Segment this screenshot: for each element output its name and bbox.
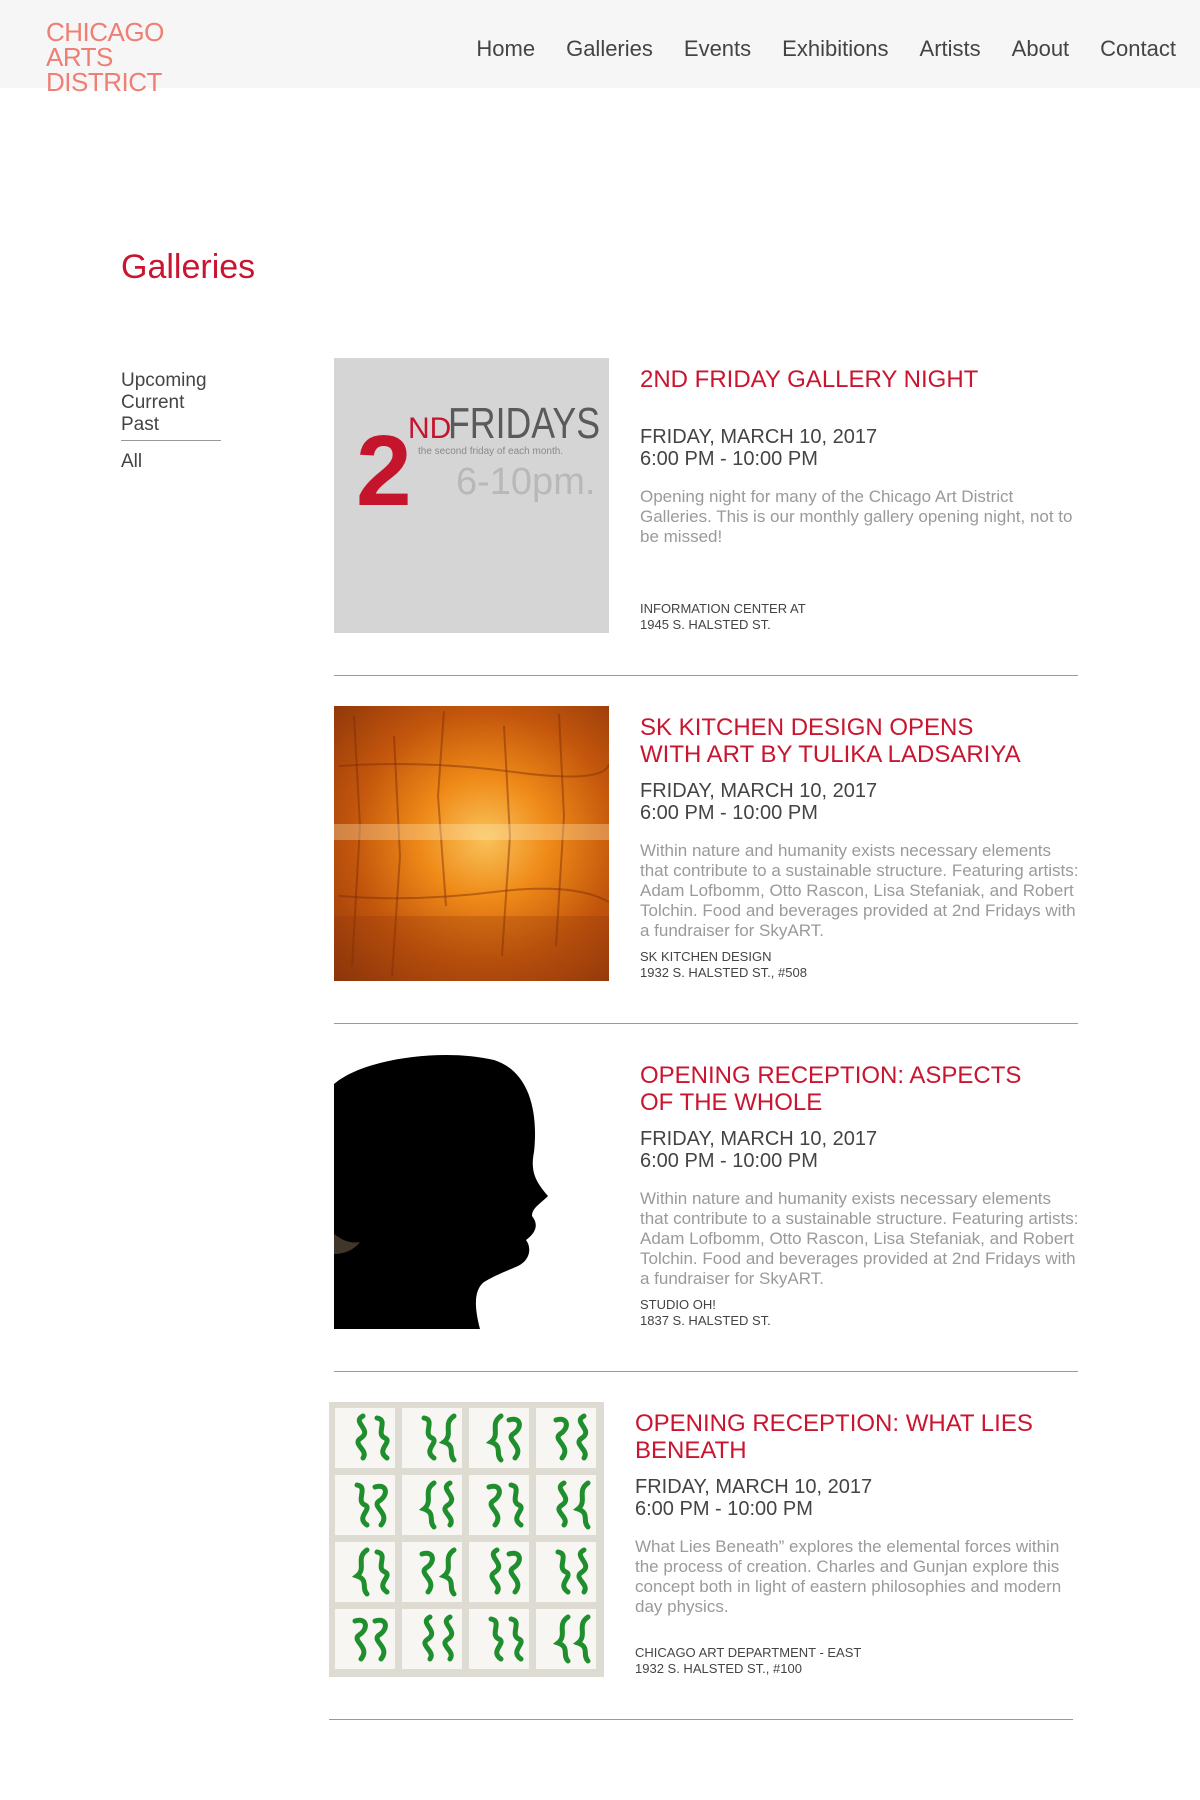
location-name: STUDIO OH! [640,1297,716,1312]
event-date: FRIDAY, MARCH 10, 2017 [640,1128,878,1150]
page-title: Galleries [121,248,256,286]
event-title[interactable]: 2ND FRIDAY GALLERY NIGHT [640,366,1080,393]
profile-silhouette [334,1054,548,1329]
event-item: OPENING RECEPTION: ASPECTS OF THE WHOLE … [334,1054,1078,1402]
event-datetime: FRIDAY, MARCH 10, 2017 6:00 PM - 10:00 P… [640,426,1080,470]
location-address: 1837 S. HALSTED ST. [640,1313,771,1328]
event-title[interactable]: SK KITCHEN DESIGN OPENS WITH ART BY TULI… [640,714,1040,768]
event-datetime: FRIDAY, MARCH 10, 2017 6:00 PM - 10:00 P… [635,1476,1075,1520]
nav-home[interactable]: Home [476,36,535,62]
event-divider [334,1371,1078,1372]
location-name: SK KITCHEN DESIGN [640,949,772,964]
nav-contact[interactable]: Contact [1100,36,1176,62]
filter-current[interactable]: Current [121,392,221,414]
event-divider [334,675,1078,676]
logo-line: DISTRICT [46,67,162,97]
event-body: OPENING RECEPTION: WHAT LIES BENEATH FRI… [635,1410,1075,1677]
site-logo[interactable]: CHICAGO ARTS DISTRICT [46,19,164,97]
poster-superscript: ND [408,412,451,445]
event-date: FRIDAY, MARCH 10, 2017 [635,1476,873,1498]
site-header: CHICAGO ARTS DISTRICT Home Galleries Eve… [0,0,1200,95]
event-time: 6:00 PM - 10:00 PM [640,448,818,470]
event-divider [334,1023,1078,1024]
green-glyph-tiles [335,1408,596,1669]
event-body: SK KITCHEN DESIGN OPENS WITH ART BY TULI… [640,714,1080,981]
event-location: SK KITCHEN DESIGN 1932 S. HALSTED ST., #… [640,949,807,981]
event-list: 2 ND FRIDAYS the second friday of each m… [329,358,1078,1750]
filter-past[interactable]: Past [121,414,221,436]
location-address: 1932 S. HALSTED ST., #508 [640,965,807,980]
event-description: Within nature and humanity exists necess… [640,841,1079,940]
filter-divider [121,440,221,441]
location-name: INFORMATION CENTER AT [640,601,806,616]
nav-events[interactable]: Events [684,36,751,62]
event-location: INFORMATION CENTER AT 1945 S. HALSTED ST… [640,601,806,633]
filter-upcoming[interactable]: Upcoming [121,370,221,392]
event-item: OPENING RECEPTION: WHAT LIES BENEATH FRI… [329,1402,1073,1750]
event-time: 6:00 PM - 10:00 PM [640,1150,818,1172]
2nd-fridays-poster: 2 ND FRIDAYS the second friday of each m… [356,399,600,527]
nav-about[interactable]: About [1012,36,1070,62]
art-tile [335,1609,395,1669]
location-name: CHICAGO ART DEPARTMENT - EAST [635,1645,862,1660]
nav-galleries[interactable]: Galleries [566,36,653,62]
event-item: SK KITCHEN DESIGN OPENS WITH ART BY TULI… [334,706,1078,1054]
event-description: What Lies Beneath” explores the elementa… [635,1537,1062,1616]
event-body: 2ND FRIDAY GALLERY NIGHT FRIDAY, MARCH 1… [640,366,1080,633]
poster-tagline: the second friday of each month. [418,446,563,457]
event-time: 6:00 PM - 10:00 PM [635,1498,813,1520]
nav-exhibitions[interactable]: Exhibitions [782,36,888,62]
orange-abstract-painting [334,710,609,981]
event-body: OPENING RECEPTION: ASPECTS OF THE WHOLE … [640,1062,1080,1329]
event-image-silhouette[interactable] [334,1054,609,1329]
event-date: FRIDAY, MARCH 10, 2017 [640,426,878,448]
event-location: STUDIO OH! 1837 S. HALSTED ST. [640,1297,771,1329]
location-address: 1945 S. HALSTED ST. [640,617,771,632]
event-image-green-tiles[interactable] [329,1402,604,1677]
event-image-2nd-fridays[interactable]: 2 ND FRIDAYS the second friday of each m… [334,358,609,633]
main-nav: Home Galleries Events Exhibitions Artist… [476,36,1176,62]
poster-hours: 6-10pm. [456,461,595,503]
event-description: Within nature and humanity exists necess… [640,1189,1079,1288]
art-tile [536,1408,596,1468]
poster-big-number: 2 [356,415,412,527]
event-title[interactable]: OPENING RECEPTION: ASPECTS OF THE WHOLE [640,1062,1040,1116]
event-item: 2 ND FRIDAYS the second friday of each m… [334,358,1078,706]
poster-word: FRIDAYS [448,399,600,448]
event-image-orange-painting[interactable] [334,706,609,981]
event-filter: Upcoming Current Past All [121,370,221,473]
event-date: FRIDAY, MARCH 10, 2017 [640,780,878,802]
event-title[interactable]: OPENING RECEPTION: WHAT LIES BENEATH [635,1410,1055,1464]
event-datetime: FRIDAY, MARCH 10, 2017 6:00 PM - 10:00 P… [640,780,1080,824]
event-description: Opening night for many of the Chicago Ar… [640,487,1073,546]
event-datetime: FRIDAY, MARCH 10, 2017 6:00 PM - 10:00 P… [640,1128,1080,1172]
location-address: 1932 S. HALSTED ST., #100 [635,1661,802,1676]
event-location: CHICAGO ART DEPARTMENT - EAST 1932 S. HA… [635,1645,861,1677]
event-time: 6:00 PM - 10:00 PM [640,802,818,824]
event-divider [329,1719,1073,1720]
nav-artists[interactable]: Artists [920,36,981,62]
filter-all[interactable]: All [121,451,221,473]
